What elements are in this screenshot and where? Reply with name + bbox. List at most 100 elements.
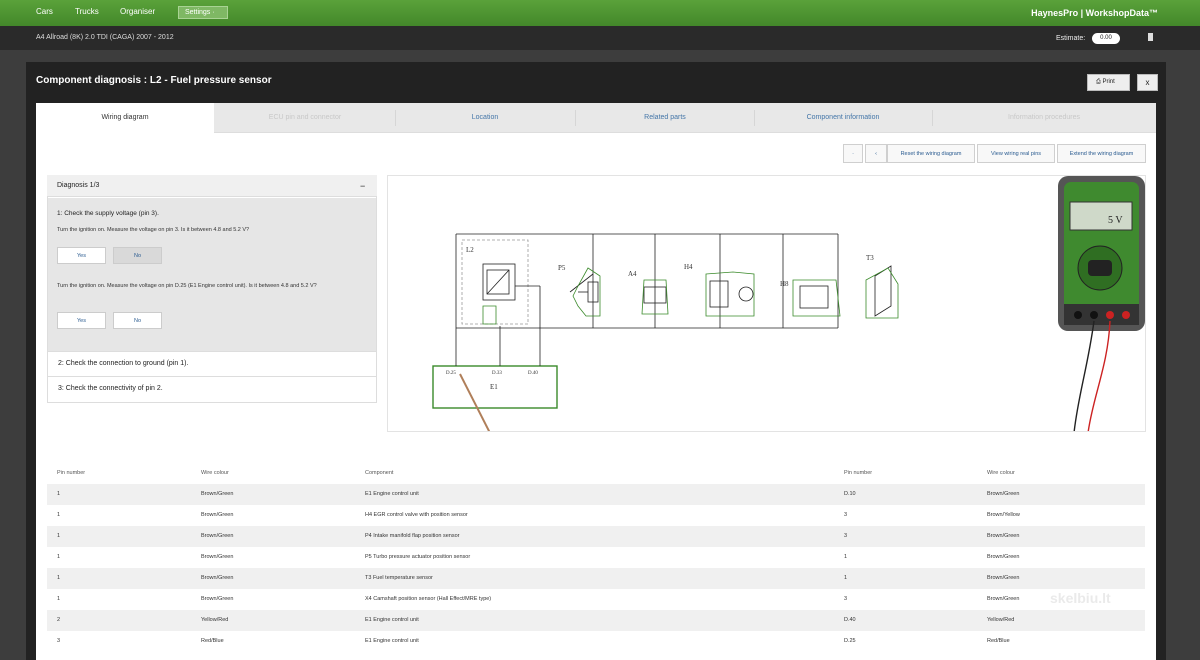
table-row[interactable]: 1 Brown/Green P4 Intake manifold flap posi…: [47, 526, 1145, 547]
table-row[interactable]: 1 Brown/Green X4 Camshaft position sensor …: [47, 589, 1145, 610]
tab-related-parts[interactable]: Related parts: [576, 103, 754, 133]
close-button[interactable]: x: [1137, 74, 1158, 91]
table-cell: Brown/Yellow: [987, 512, 1020, 518]
extend-wiring-button[interactable]: Extend the wiring diagram: [1057, 144, 1146, 163]
nav-tab-organiser[interactable]: Organiser: [120, 7, 155, 16]
table-header-row: Pin number Wire colour Component Pin num…: [47, 464, 1145, 485]
diagnosis-step-2[interactable]: 2: Check the connection to ground (pin 1…: [48, 351, 376, 375]
table-cell: 3: [844, 533, 848, 539]
component-label-H4: H4: [684, 263, 693, 271]
tab-bar: Wiring diagram ECU pin and connector Loc…: [36, 103, 1156, 133]
no-button[interactable]: No: [113, 312, 162, 329]
table-cell: Brown/Green: [987, 554, 1020, 560]
no-button[interactable]: No: [113, 247, 162, 264]
table-cell: X4 Camshaft position sensor (Hall Effect…: [365, 596, 492, 602]
wiring-diagram-canvas: L2 P5 A4 H4 H8 T3 E1 D.25 D.33 D.40 5 V: [432, 176, 1145, 431]
table-cell: Brown/Green: [201, 491, 234, 497]
table-cell: 1: [57, 533, 61, 539]
table-cell: P5 Turbo pressure actuator position sens…: [365, 554, 471, 560]
print-label: Print: [1102, 79, 1115, 85]
table-cell: E1 Engine control unit: [365, 638, 419, 644]
page-title: Component diagnosis : L2 - Fuel pressure…: [36, 75, 272, 86]
diagnosis-step-3[interactable]: 3: Check the connectivity of pin 2.: [48, 376, 376, 400]
component-label-E1: E1: [490, 383, 498, 391]
wiring-diagram[interactable]: L2 P5 A4 H4 H8 T3 E1 D.25 D.33 D.40 5 V: [387, 175, 1146, 432]
toolbar-button[interactable]: ·: [843, 144, 863, 163]
table-cell: Brown/Green: [201, 596, 234, 602]
table-cell: 1: [844, 554, 848, 560]
probe-lead: [459, 373, 491, 431]
table-row[interactable]: 1 Brown/Green P5 Turbo pressure actuator p…: [47, 547, 1145, 568]
yes-button[interactable]: Yes: [57, 247, 106, 264]
tab-wiring-diagram[interactable]: Wiring diagram: [36, 103, 214, 133]
column-header: Pin number: [844, 470, 873, 476]
brand-logo: HaynesPro | WorkshopData™: [1031, 8, 1158, 18]
table-row[interactable]: 2 Yellow/Red E1 Engine control unit D.40 Yel…: [47, 610, 1145, 631]
table-cell: E1 Engine control unit: [365, 491, 419, 497]
estimate-label: Estimate:: [1056, 35, 1086, 42]
table-cell: 1: [844, 575, 848, 581]
multimeter-display: 5 V: [1108, 215, 1123, 226]
table-cell: 1: [57, 512, 61, 518]
pin-label-d40: D.40: [528, 371, 538, 376]
component-label-H8: H8: [780, 280, 789, 288]
table-cell: 1: [57, 575, 61, 581]
nav-tab-cars[interactable]: Cars: [36, 7, 53, 16]
table-row[interactable]: 1 Brown/Green H4 EGR control valve with po…: [47, 505, 1145, 526]
table-cell: D.25: [844, 638, 856, 644]
table-cell: 3: [844, 512, 848, 518]
document-icon[interactable]: [1148, 33, 1153, 41]
table-cell: 3: [57, 638, 61, 644]
table-cell: Yellow/Red: [987, 617, 1015, 623]
table-cell: 1: [57, 596, 61, 602]
reset-wiring-button[interactable]: Reset the wiring diagram: [887, 144, 975, 163]
table-cell: 3: [844, 596, 848, 602]
column-header: Wire colour: [987, 470, 1015, 476]
table-cell: Red/Blue: [987, 638, 1010, 644]
table-cell: H4 EGR control valve with position senso…: [365, 512, 468, 518]
table-cell: Red/Blue: [201, 638, 224, 644]
tab-information-procedures: Information procedures: [1008, 114, 1080, 121]
tab-location[interactable]: Location: [396, 103, 574, 133]
settings-dropdown[interactable]: Settings ·: [178, 6, 228, 19]
step-1-title: 1: Check the supply voltage (pin 3).: [57, 210, 159, 217]
tab-component-information[interactable]: Component information: [754, 103, 932, 133]
view-real-pins-button[interactable]: View wiring real pins: [977, 144, 1055, 163]
table-cell: Brown/Green: [987, 491, 1020, 497]
table-cell: T3 Fuel temperature sensor: [365, 575, 433, 581]
print-button[interactable]: ⎙ Print: [1087, 74, 1130, 91]
component-label-A4: A4: [628, 270, 637, 278]
multimeter: 5 V: [1058, 176, 1145, 431]
table-cell: 1: [57, 491, 61, 497]
component-label-L2: L2: [466, 246, 474, 254]
step-1-question: Turn the ignition on. Measure the voltag…: [57, 227, 250, 233]
table-cell: Yellow/Red: [201, 617, 229, 623]
table-cell: D.10: [844, 491, 856, 497]
nav-tab-trucks[interactable]: Trucks: [75, 7, 99, 16]
estimate-value[interactable]: 0.00: [1092, 33, 1120, 44]
yes-button[interactable]: Yes: [57, 312, 106, 329]
table-cell: D.40: [844, 617, 856, 623]
collapse-icon[interactable]: −: [360, 181, 365, 191]
vehicle-bar: [0, 26, 1200, 50]
column-header: Component: [365, 470, 394, 476]
table-cell: 2: [57, 617, 61, 623]
table-row[interactable]: 1 Brown/Green E1 Engine control unit D.10 Br…: [47, 484, 1145, 505]
column-header: Pin number: [57, 470, 86, 476]
watermark: skelbiu.lt: [1050, 590, 1111, 606]
table-cell: P4 Intake manifold flap position sensor: [365, 533, 460, 539]
table-cell: Brown/Green: [201, 533, 234, 539]
tab-ecu-pin: ECU pin and connector: [268, 114, 342, 121]
table-cell: Brown/Green: [201, 512, 234, 518]
table-cell: Brown/Green: [201, 554, 234, 560]
table-cell: Brown/Green: [201, 575, 234, 581]
diagnosis-header: Diagnosis 1/3: [47, 175, 377, 197]
pin-label-d25: D.25: [446, 371, 456, 376]
step-1-followup-question: Turn the ignition on. Measure the voltag…: [57, 283, 317, 289]
component-label-P5: P5: [558, 264, 566, 272]
table-row[interactable]: 3 Red/Blue E1 Engine control unit D.25 Red/B…: [47, 631, 1145, 652]
vehicle-title: A4 Allroad (8K) 2.0 TDI (CAGA) 2007 - 20…: [36, 34, 174, 41]
table-row[interactable]: 1 Brown/Green T3 Fuel temperature sensor 1 B…: [47, 568, 1145, 589]
table-cell: Brown/Green: [987, 596, 1020, 602]
back-button[interactable]: ‹: [865, 144, 887, 163]
